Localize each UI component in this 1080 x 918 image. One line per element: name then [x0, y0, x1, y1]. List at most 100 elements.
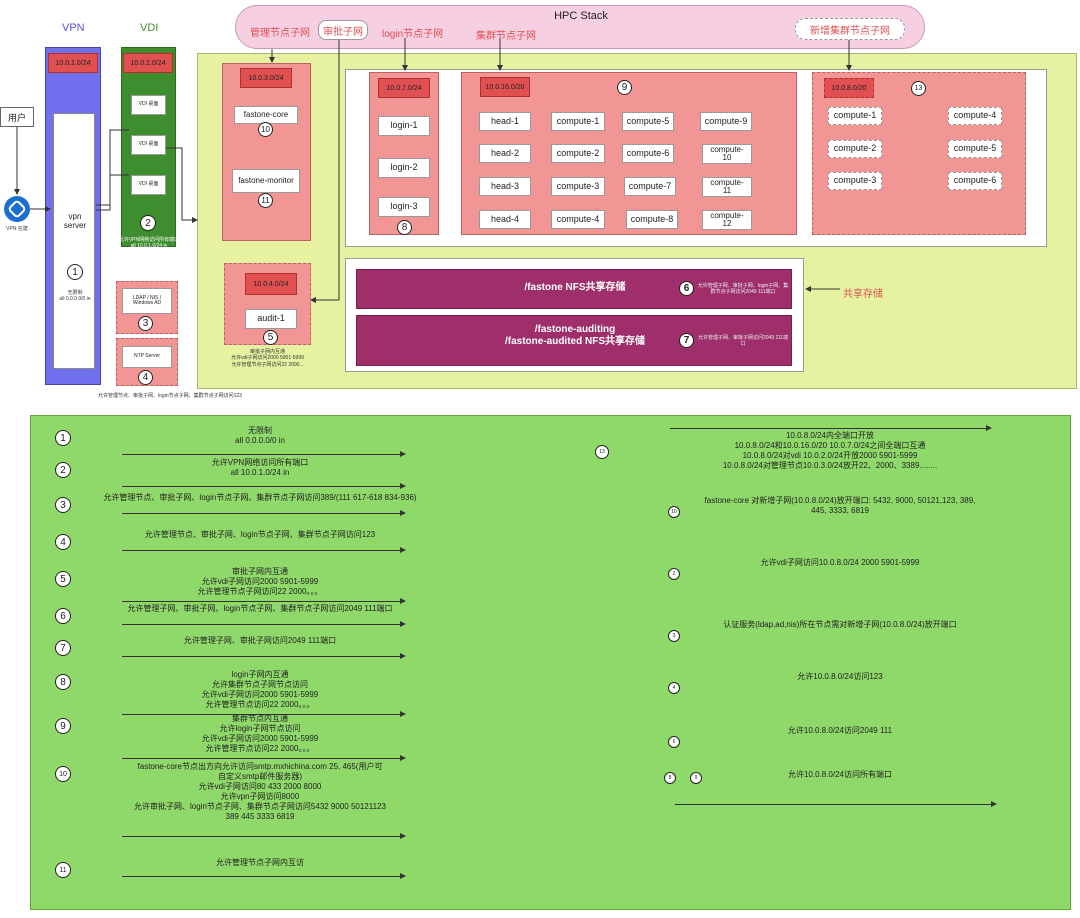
new-compute-1-node[interactable]: compute-1 [828, 107, 882, 125]
nfs-note: 允许管理子网、审批子网、login子网、集群节点子网访问2049 111端口 [697, 283, 789, 296]
vpn-service-icon [4, 196, 30, 222]
rule-arrow-head [400, 483, 406, 489]
rule-badge: 2 [55, 462, 71, 478]
login-3-node[interactable]: login-3 [378, 197, 430, 217]
rule-arrow [675, 804, 993, 805]
rule-text: 审批子网内互通 允许vdi子网访问2000 5901-5999 允许管理节点子网… [197, 567, 323, 596]
new-compute-3-node[interactable]: compute-3 [828, 172, 882, 190]
rule-badge: 8 [664, 772, 676, 784]
rule-badge: 9 [55, 718, 71, 734]
compute-4-node[interactable]: compute-4 [551, 210, 605, 229]
rule-arrow [122, 624, 402, 625]
new-compute-4-node[interactable]: compute-4 [948, 107, 1002, 125]
vdi-badge: 2 [140, 215, 156, 231]
rule-text: 允许管理节点、审批子网、login节点子网、集群节点子网访问123 [144, 530, 376, 539]
ntp-node[interactable]: NTP Server [122, 346, 172, 368]
rule-text: 集群节点内互通 允许login子网节点访问 允许vdi子网访问2000 5901… [201, 714, 319, 753]
audit-subnet-tag: 10.0.4.0/24 [245, 273, 297, 295]
rule-badge: 6 [55, 608, 71, 624]
compute-8-node[interactable]: compute-8 [626, 210, 678, 229]
rule-badge: 11 [55, 862, 71, 878]
rule-badge: 8 [55, 674, 71, 690]
tag-audit-subnet-label: 审批子网 [323, 26, 363, 38]
rule-arrow [122, 876, 402, 877]
compute-2-node[interactable]: compute-2 [551, 144, 605, 163]
rule-badge: 13 [595, 445, 609, 459]
rule-arrow [122, 656, 402, 657]
compute-5-node[interactable]: compute-5 [622, 112, 674, 131]
rule-text: fastone-core 对新增子网(10.0.8.0/24)放开端口: 543… [704, 496, 976, 515]
cluster-subnet-tag: 10.0.16.0/20 [480, 77, 530, 97]
tag-login-subnet: login节点子网 [382, 29, 444, 40]
rule-text: 无限制 all 0.0.0.0/0 in [235, 426, 285, 445]
rule-arrow-head [400, 653, 406, 659]
ntp-badge: 4 [138, 370, 153, 385]
compute-9-node[interactable]: compute-9 [700, 112, 752, 131]
rule-arrow [122, 758, 402, 759]
new-cluster-subnet-tag: 10.0.8.0/20 [824, 78, 874, 98]
rule-arrow-head [400, 547, 406, 553]
login-badge: 8 [397, 220, 412, 235]
fastone-monitor-badge: 11 [258, 193, 273, 208]
login-1-node[interactable]: login-1 [378, 116, 430, 136]
mgmt-zone [222, 63, 311, 241]
tag-new-cluster-subnet: 新增集群节点子网 [795, 18, 905, 40]
rule-arrow-head [400, 873, 406, 879]
rule-badge: 5 [55, 571, 71, 587]
rule-text: 允许10.0.8.0/24访问123 [797, 672, 883, 681]
rule-badge: 10 [55, 766, 71, 782]
compute-7-node[interactable]: compute-7 [624, 177, 676, 196]
head-2-node[interactable]: head-2 [479, 144, 531, 163]
tag-new-cluster-subnet-label: 新增集群节点子网 [810, 25, 890, 37]
audit-1-node[interactable]: audit-1 [245, 309, 297, 329]
rule-arrow-head [400, 510, 406, 516]
login-2-node[interactable]: login-2 [378, 158, 430, 178]
compute-3-node[interactable]: compute-3 [551, 177, 605, 196]
rule-text: 允许管理节点子网内互访 [216, 858, 304, 867]
vdi-desktop-2[interactable]: VDI 桌面 [131, 135, 166, 155]
user-box[interactable]: 用户 [0, 107, 34, 127]
rule-text: fastone-core节点出方向允许访问smtp.mxhichina.com … [134, 762, 386, 821]
vpn-service-label: VPN 在建 [6, 226, 28, 232]
new-compute-5-node[interactable]: compute-5 [948, 140, 1002, 158]
rule-text: 允许管理子网、审批子网访问2049 111端口 [183, 636, 337, 645]
audit-storage[interactable]: /fastone-auditing /fastone-audited NFS共享… [356, 315, 792, 366]
tag-audit-subnet: 审批子网 [318, 20, 368, 40]
rule-arrow-head [400, 755, 406, 761]
compute-11-node[interactable]: compute- 11 [702, 177, 752, 197]
audit-storage-note: 允许管理子网、审批子网访问2049 111端口 [697, 335, 789, 348]
login-subnet-tag: 10.0.7.0/24 [378, 78, 430, 98]
rule-text: 允许管理节点、审批子网、login节点子网、集群节点子网访问389/(111 6… [103, 493, 417, 502]
fastone-monitor-node[interactable]: fastone-monitor [232, 169, 300, 193]
nfs-storage[interactable]: /fastone NFS共享存储 6 允许管理子网、审批子网、login子网、集… [356, 269, 792, 309]
vdi-desktop-1[interactable]: VDI 桌面 [131, 95, 166, 115]
vdi-desktop-3[interactable]: VDI 桌面 [131, 175, 166, 195]
new-compute-2-node[interactable]: compute-2 [828, 140, 882, 158]
head-3-node[interactable]: head-3 [479, 177, 531, 196]
ldap-badge: 3 [138, 316, 153, 331]
services-note: 允许管理节点、审批子网、login节点子网、集群节点子网访问123 [98, 393, 242, 399]
rule-text: 允许VPN网络访问所有端口 all 10.0.1.0/24 in [211, 458, 309, 477]
audit-badge: 5 [263, 330, 278, 345]
rule-arrow-head [400, 833, 406, 839]
compute-1-node[interactable]: compute-1 [551, 112, 605, 131]
shared-storage-label: 共享存储 [843, 289, 883, 300]
compute-10-node[interactable]: compute- 10 [702, 144, 752, 164]
tag-mgmt-subnet: 管理节点子网 [250, 28, 310, 39]
ldap-node[interactable]: LDAP / NIS / Windows AD [122, 288, 172, 314]
rule-text: 认证服务(ldap,ad,nis)所在节点需对新增子网(10.0.8.0/24)… [723, 620, 957, 629]
rule-arrow-head [986, 425, 992, 431]
vdi-title: VDI [140, 22, 159, 34]
vpn-subnet-tag: 10.0.1.0/24 [48, 53, 98, 73]
head-1-node[interactable]: head-1 [479, 112, 531, 131]
compute-12-node[interactable]: compute- 12 [702, 210, 752, 230]
rule-text: 允许管理子网、审批子网、login节点子网、集群节点子网访问2049 111端口 [127, 604, 393, 613]
rule-text: login子网内互通 允许集群节点子网节点访问 允许vdi子网访问2000 59… [201, 670, 319, 709]
fastone-core-badge: 10 [258, 122, 273, 137]
head-4-node[interactable]: head-4 [479, 210, 531, 229]
rule-badge: 4 [668, 682, 680, 694]
rule-badge: 3 [668, 630, 680, 642]
vpn-title: VPN [62, 22, 85, 34]
new-compute-6-node[interactable]: compute-6 [948, 172, 1002, 190]
compute-6-node[interactable]: compute-6 [622, 144, 674, 163]
